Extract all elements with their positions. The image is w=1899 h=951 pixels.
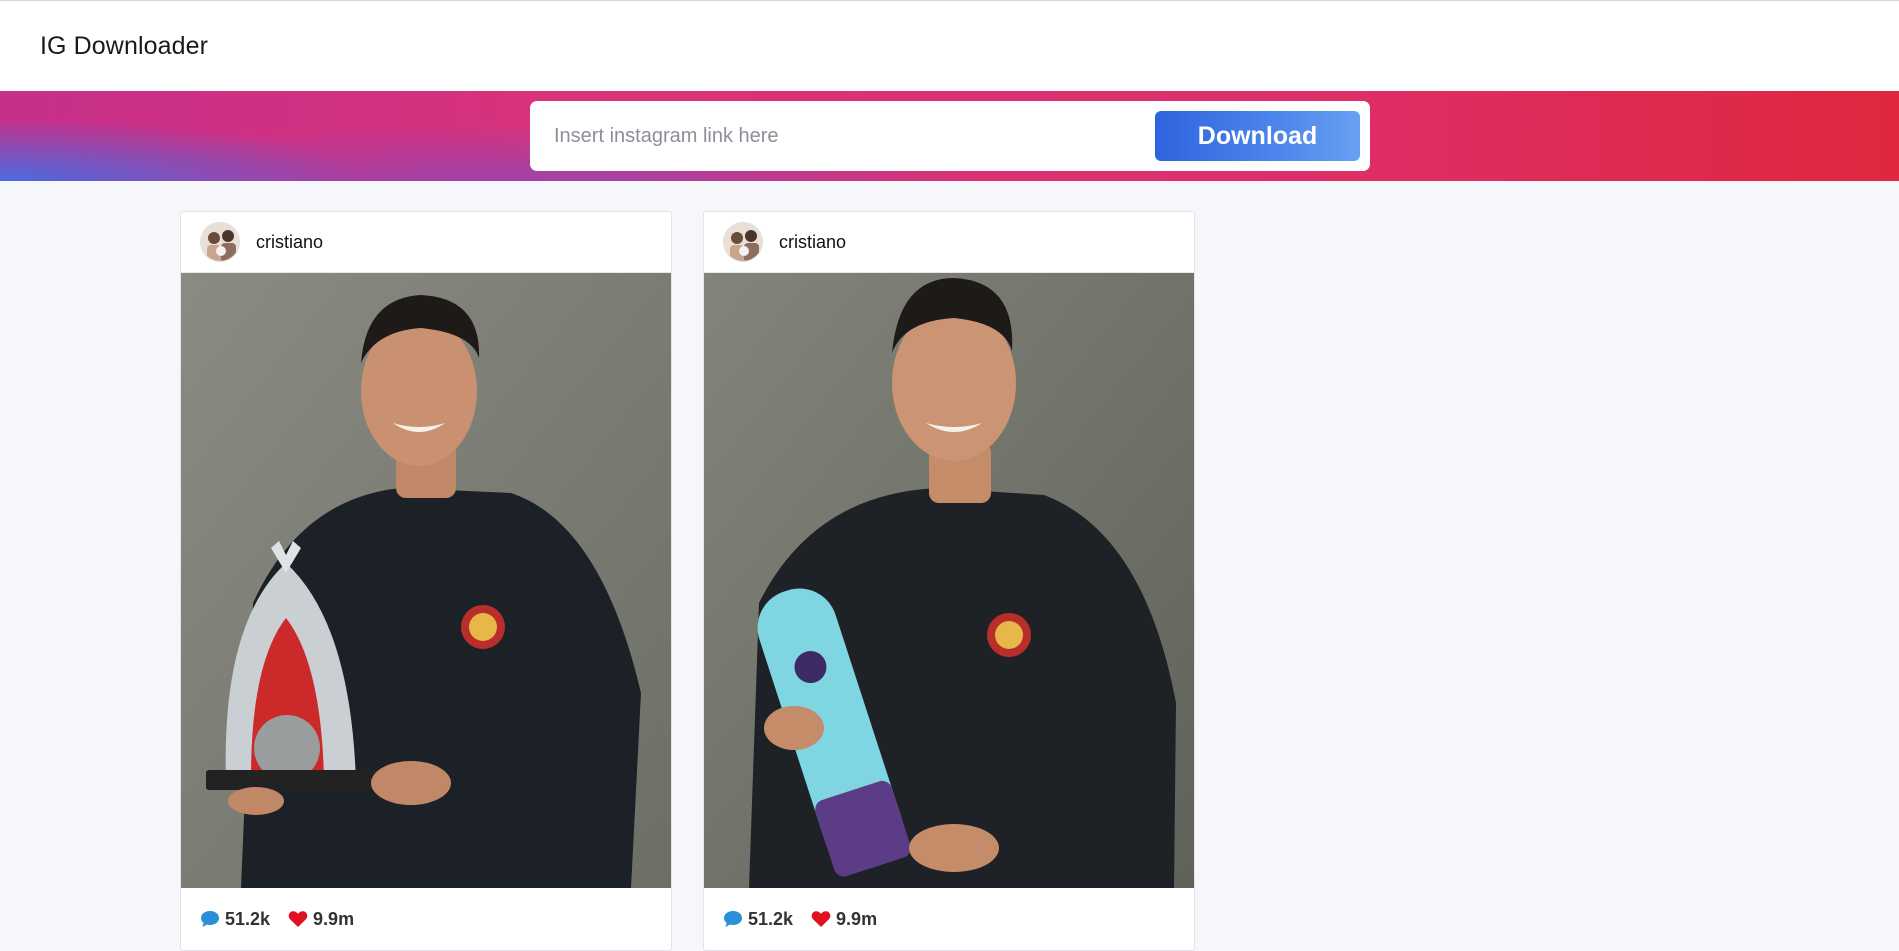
- avatar[interactable]: [723, 222, 763, 262]
- comment-count-value: 51.2k: [225, 908, 271, 929]
- post-header: cristiano: [181, 212, 671, 273]
- post-header: cristiano: [704, 212, 1194, 273]
- like-count-value: 9.9m: [836, 908, 878, 929]
- comment-icon: [724, 911, 742, 927]
- like-count: 9.9m: [288, 909, 354, 930]
- comment-count: 51.2k: [200, 909, 270, 930]
- comment-count-value: 51.2k: [748, 908, 794, 929]
- navbar: IG Downloader: [0, 0, 1899, 91]
- search-form: Download: [530, 101, 1370, 171]
- post-username[interactable]: cristiano: [779, 232, 846, 253]
- brand-logo[interactable]: IG Downloader: [40, 32, 208, 61]
- heart-icon: [811, 911, 831, 927]
- like-count-value: 9.9m: [313, 908, 355, 929]
- link-input[interactable]: [554, 124, 1155, 148]
- download-button[interactable]: Download: [1155, 111, 1360, 161]
- post-image[interactable]: [181, 273, 672, 888]
- search-banner: Download: [0, 91, 1899, 181]
- like-count: 9.9m: [811, 909, 877, 930]
- comment-count: 51.2k: [723, 909, 793, 930]
- comment-icon: [201, 911, 219, 927]
- post-feed: cristiano 51.2k 9.9m cristiano 51.2k 9.9…: [180, 211, 1195, 951]
- post-card: cristiano 51.2k 9.9m: [703, 211, 1195, 951]
- post-card: cristiano 51.2k 9.9m: [180, 211, 672, 951]
- post-image[interactable]: [704, 273, 1195, 888]
- avatar[interactable]: [200, 222, 240, 262]
- post-username[interactable]: cristiano: [256, 232, 323, 253]
- heart-icon: [288, 911, 308, 927]
